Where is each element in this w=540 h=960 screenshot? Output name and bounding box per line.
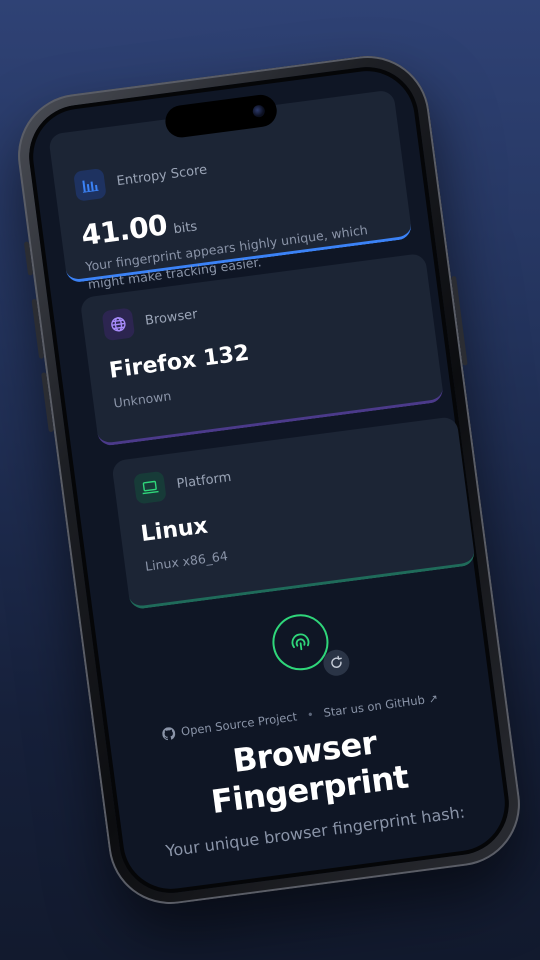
platform-label: Platform	[175, 469, 233, 492]
power-button	[450, 275, 468, 366]
globe-icon	[101, 307, 136, 342]
entropy-score-unit: bits	[172, 219, 199, 238]
phone-frame: Entropy Score 41.00 bits Your fingerprin…	[10, 48, 528, 912]
refresh-button[interactable]	[321, 648, 352, 678]
action-button	[23, 241, 34, 276]
camera-icon	[252, 104, 266, 118]
refresh-icon	[331, 655, 342, 668]
fingerprint-badge	[269, 610, 352, 678]
entropy-score-value: 41.00	[79, 208, 170, 253]
app-content: Entropy Score 41.00 bits Your fingerprin…	[23, 61, 515, 899]
entropy-label: Entropy Score	[115, 162, 208, 189]
external-arrow-icon: ↗	[427, 691, 439, 706]
bar-chart-icon	[73, 168, 107, 202]
volume-down-button	[41, 372, 54, 433]
fingerprint-icon	[269, 610, 332, 674]
separator-dot: •	[306, 707, 315, 723]
platform-card: Platform Linux Linux x86_64	[111, 416, 476, 611]
phone-screen: Entropy Score 41.00 bits Your fingerprin…	[22, 60, 516, 900]
laptop-icon	[133, 470, 167, 505]
star-github-label: Star us on GitHub	[322, 692, 426, 720]
star-github-link[interactable]: Star us on GitHub ↗	[322, 691, 439, 720]
github-icon	[161, 726, 176, 741]
browser-label: Browser	[144, 306, 199, 329]
open-source-link[interactable]: Open Source Project	[180, 709, 298, 738]
volume-up-button	[31, 298, 45, 359]
